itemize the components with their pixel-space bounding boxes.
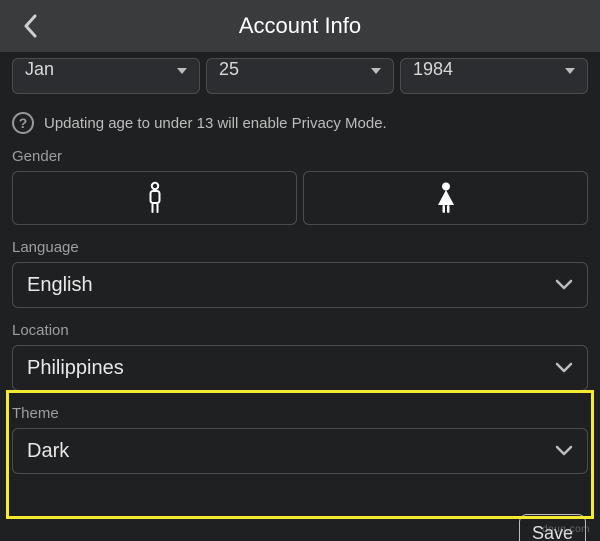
female-icon	[435, 181, 457, 215]
location-select[interactable]: Philippines	[12, 345, 588, 391]
caret-down-icon	[565, 68, 575, 74]
birth-month-select[interactable]: Jan	[12, 58, 200, 94]
language-value: English	[27, 274, 93, 297]
caret-down-icon	[177, 68, 187, 74]
question-icon[interactable]: ?	[12, 112, 34, 134]
chevron-down-icon	[555, 362, 573, 374]
gender-female-button[interactable]	[303, 171, 588, 225]
chevron-down-icon	[555, 279, 573, 291]
header-bar: Account Info	[0, 0, 600, 52]
content-area: Jan 25 1984 ? Updating age to under 13 w…	[0, 58, 600, 541]
chevron-left-icon	[23, 14, 37, 38]
birth-year-select[interactable]: 1984	[400, 58, 588, 94]
language-select[interactable]: English	[12, 262, 588, 308]
theme-section: Theme Dark Save	[12, 405, 588, 541]
birth-month-value: Jan	[25, 59, 54, 80]
male-icon	[146, 181, 164, 215]
caret-down-icon	[371, 68, 381, 74]
theme-value: Dark	[27, 440, 69, 463]
chevron-down-icon	[555, 445, 573, 457]
save-row: Save	[12, 514, 586, 541]
gender-label: Gender	[12, 148, 588, 165]
location-value: Philippines	[27, 357, 124, 380]
account-info-screen: Account Info Jan 25 1984 ? Updating age …	[0, 0, 600, 541]
language-label: Language	[12, 239, 588, 256]
theme-select[interactable]: Dark	[12, 428, 588, 474]
birthdate-row: Jan 25 1984	[12, 58, 588, 94]
watermark: douq.com	[542, 524, 590, 535]
birth-year-value: 1984	[413, 59, 453, 80]
page-title: Account Info	[0, 13, 600, 39]
theme-label: Theme	[12, 405, 588, 422]
birth-day-value: 25	[219, 59, 239, 80]
privacy-info-text: Updating age to under 13 will enable Pri…	[44, 115, 387, 132]
back-button[interactable]	[14, 10, 46, 42]
privacy-info-row: ? Updating age to under 13 will enable P…	[12, 112, 588, 134]
birth-day-select[interactable]: 25	[206, 58, 394, 94]
gender-row	[12, 171, 588, 225]
gender-male-button[interactable]	[12, 171, 297, 225]
location-label: Location	[12, 322, 588, 339]
